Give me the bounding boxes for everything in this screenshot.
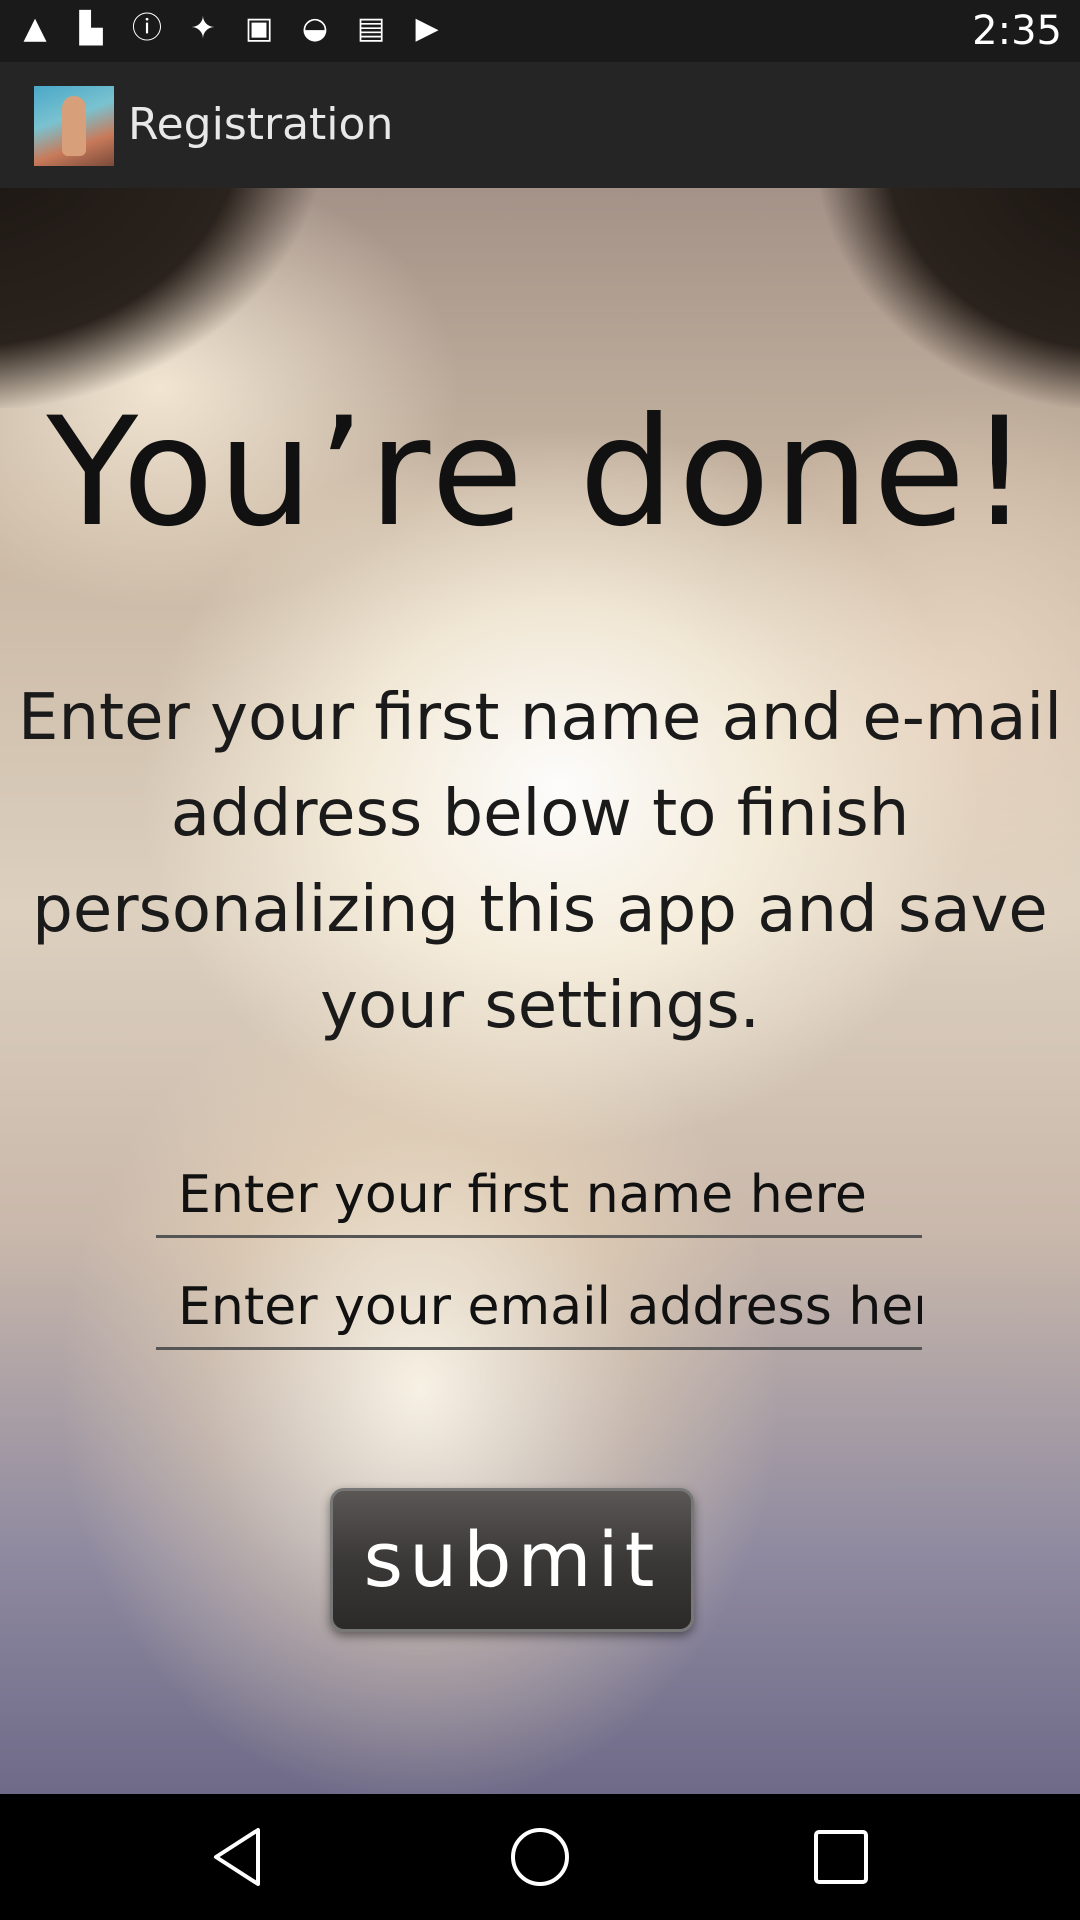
app-logo-icon xyxy=(34,86,114,166)
lock-icon: ▣ xyxy=(244,11,274,46)
app-bar: Registration xyxy=(0,62,1080,188)
background-arch-right xyxy=(820,188,1080,408)
flipboard-icon: ▙ xyxy=(79,11,103,46)
status-bar: ▲ ▙ ⓘ ✦ ▣ ◒ ▤ ▶ 2:35 xyxy=(0,0,1080,62)
signal-icon: ▲ xyxy=(23,11,47,46)
play-store-icon: ▶ xyxy=(415,11,439,46)
back-icon[interactable] xyxy=(206,1824,272,1890)
content-area: You’re done! Enter your first name and e… xyxy=(0,188,1080,1794)
headline: You’re done! xyxy=(46,386,1034,560)
navigation-bar xyxy=(0,1794,1080,1920)
submit-button[interactable]: submit xyxy=(330,1488,694,1632)
android-icon: ◒ xyxy=(301,11,329,46)
inbox-icon: ▤ xyxy=(356,11,386,46)
email-input[interactable] xyxy=(156,1266,922,1350)
background-arch-left xyxy=(0,188,320,408)
status-icons: ▲ ▙ ⓘ ✦ ▣ ◒ ▤ ▶ xyxy=(18,10,444,48)
app-title: Registration xyxy=(128,99,394,150)
registration-screen: ▲ ▙ ⓘ ✦ ▣ ◒ ▤ ▶ 2:35 Registration You’re… xyxy=(0,0,1080,1920)
satellite-icon: ✦ xyxy=(190,11,216,46)
instructions-text: Enter your first name and e-mail address… xyxy=(18,681,1062,1043)
recent-apps-icon[interactable] xyxy=(808,1824,874,1890)
first-name-input[interactable] xyxy=(156,1154,922,1238)
home-icon[interactable] xyxy=(507,1824,573,1890)
alert-icon: ⓘ xyxy=(132,11,162,46)
status-time: 2:35 xyxy=(972,8,1062,54)
